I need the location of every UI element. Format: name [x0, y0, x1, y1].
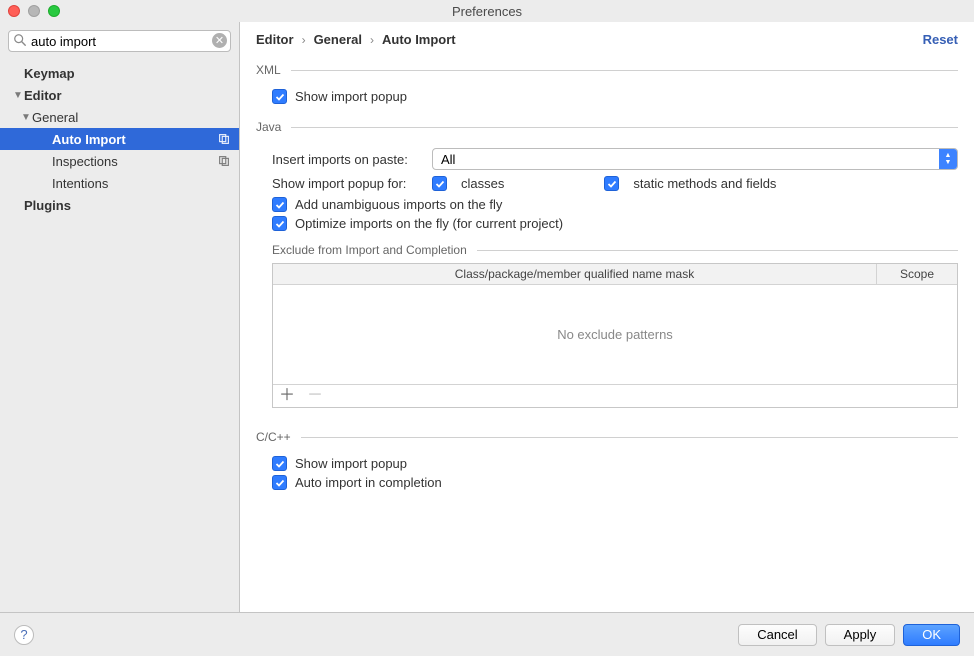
sidebar-item-general[interactable]: ▼General: [0, 106, 239, 128]
classes-label: classes: [461, 176, 504, 191]
copy-icon: [217, 132, 231, 146]
breadcrumb-auto-import: Auto Import: [382, 32, 456, 47]
cpp-show-popup-checkbox[interactable]: [272, 456, 287, 471]
exclude-th-scope[interactable]: Scope: [877, 264, 957, 284]
remove-exclude-button: －: [307, 389, 323, 403]
breadcrumb-editor[interactable]: Editor: [256, 32, 294, 47]
breadcrumb-general[interactable]: General: [314, 32, 362, 47]
sidebar-item-label: Inspections: [52, 154, 213, 169]
cpp-show-popup-label: Show import popup: [295, 456, 407, 471]
apply-button[interactable]: Apply: [825, 624, 896, 646]
unambiguous-imports-label: Add unambiguous imports on the fly: [295, 197, 502, 212]
sidebar-item-inspections[interactable]: Inspections: [0, 150, 239, 172]
sidebar-item-label: General: [32, 110, 231, 125]
exclude-subtitle: Exclude from Import and Completion: [272, 243, 467, 257]
sidebar-item-plugins[interactable]: Plugins: [0, 194, 239, 216]
settings-tree[interactable]: Keymap▼Editor▼GeneralAuto ImportInspecti…: [0, 58, 239, 612]
insert-imports-select[interactable]: All: [432, 148, 958, 170]
window-title: Preferences: [0, 4, 974, 19]
clear-icon[interactable]: ✕: [212, 33, 227, 48]
search-box: ✕: [8, 30, 231, 52]
search-input[interactable]: [8, 30, 231, 52]
sidebar-item-label: Plugins: [24, 198, 231, 213]
dialog-footer: ? Cancel Apply OK: [0, 612, 974, 656]
exclude-th-mask[interactable]: Class/package/member qualified name mask: [273, 264, 877, 284]
help-button[interactable]: ?: [14, 625, 34, 645]
add-exclude-button[interactable]: ＋: [279, 389, 295, 403]
window-titlebar: Preferences: [0, 0, 974, 22]
sidebar-item-label: Auto Import: [52, 132, 213, 147]
content-panel: Editor › General › Auto Import Reset XML: [240, 22, 974, 612]
sidebar-item-label: Intentions: [52, 176, 231, 191]
cancel-button[interactable]: Cancel: [738, 624, 816, 646]
classes-checkbox[interactable]: [432, 176, 447, 191]
sidebar-item-editor[interactable]: ▼Editor: [0, 84, 239, 106]
breadcrumb: Editor › General › Auto Import: [256, 32, 456, 47]
disclosure-icon: ▼: [12, 90, 24, 101]
sidebar-item-keymap[interactable]: Keymap: [0, 62, 239, 84]
ok-button[interactable]: OK: [903, 624, 960, 646]
search-icon: [13, 33, 27, 47]
java-section-title: Java: [256, 120, 291, 134]
disclosure-icon: ▼: [20, 112, 32, 123]
sidebar-item-label: Editor: [24, 88, 231, 103]
sidebar-item-label: Keymap: [24, 66, 231, 81]
xml-show-popup-checkbox[interactable]: [272, 89, 287, 104]
unambiguous-imports-checkbox[interactable]: [272, 197, 287, 212]
cpp-section-title: C/C++: [256, 430, 301, 444]
exclude-table: Class/package/member qualified name mask…: [272, 263, 958, 408]
chevron-right-icon: ›: [302, 33, 306, 47]
cpp-auto-import-label: Auto import in completion: [295, 475, 442, 490]
sidebar-item-auto-import[interactable]: Auto Import: [0, 128, 239, 150]
show-popup-for-label: Show import popup for:: [272, 176, 432, 191]
optimize-imports-label: Optimize imports on the fly (for current…: [295, 216, 563, 231]
sidebar: ✕ Keymap▼Editor▼GeneralAuto ImportInspec…: [0, 22, 240, 612]
xml-show-popup-label: Show import popup: [295, 89, 407, 104]
reset-link[interactable]: Reset: [923, 32, 958, 47]
insert-imports-label: Insert imports on paste:: [272, 152, 422, 167]
xml-section-title: XML: [256, 63, 291, 77]
chevron-right-icon: ›: [370, 33, 374, 47]
static-methods-label: static methods and fields: [633, 176, 776, 191]
exclude-empty-text: No exclude patterns: [273, 285, 957, 385]
copy-icon: [217, 154, 231, 168]
optimize-imports-checkbox[interactable]: [272, 216, 287, 231]
cpp-auto-import-checkbox[interactable]: [272, 475, 287, 490]
static-methods-checkbox[interactable]: [604, 176, 619, 191]
sidebar-item-intentions[interactable]: Intentions: [0, 172, 239, 194]
